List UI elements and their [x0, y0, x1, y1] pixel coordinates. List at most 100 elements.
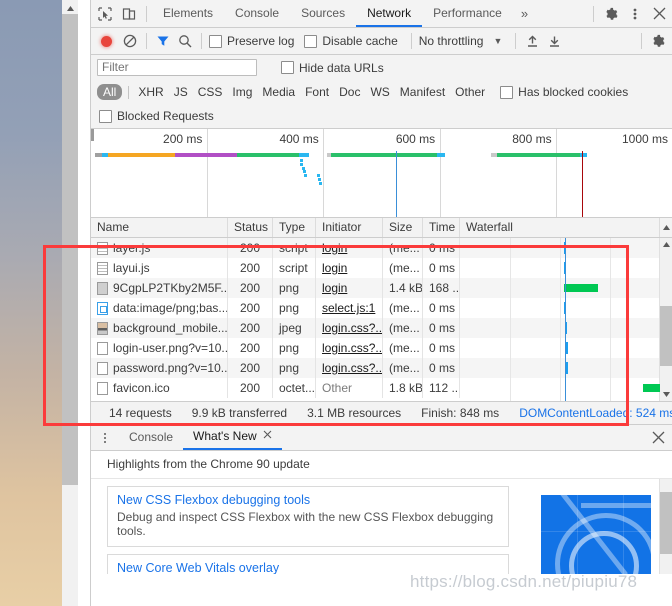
drawer-tab-console[interactable]: Console [119, 425, 183, 450]
type-filter-all[interactable]: All [97, 84, 123, 100]
type-filter-font[interactable]: Font [300, 85, 334, 99]
tab-performance[interactable]: Performance [422, 0, 513, 27]
table-row[interactable]: background_mobile... 200 jpeg login.css?...… [91, 318, 672, 338]
type-filter-xhr[interactable]: XHR [133, 85, 168, 99]
preserve-log-box[interactable] [209, 34, 222, 48]
whats-new-card[interactable]: New Core Web Vitals overlay Visualize pa… [107, 554, 509, 574]
kebab-menu-icon[interactable] [623, 2, 647, 26]
close-icon[interactable] [647, 2, 671, 26]
table-row[interactable]: login-user.png?v=10... 200 png login.css?..… [91, 338, 672, 358]
type-filter-js[interactable]: JS [169, 85, 193, 99]
throttling-select[interactable]: No throttling [419, 34, 484, 48]
tab-network[interactable]: Network [356, 0, 423, 27]
hide-data-urls-checkbox[interactable]: Hide data URLs [281, 61, 384, 75]
column-header-waterfall[interactable]: Waterfall [460, 218, 660, 237]
requests-table-body[interactable]: layer.js 200 script login (me... 0 ms layui.js… [91, 238, 672, 401]
device-toolbar-icon[interactable] [117, 2, 141, 26]
initiator-link[interactable]: select.js:1 [322, 301, 375, 315]
cell-name[interactable]: data:image/png;bas... [91, 298, 228, 318]
cell-name[interactable]: login-user.png?v=10... [91, 338, 228, 358]
cell-initiator[interactable]: login.css?... [316, 318, 383, 338]
import-har-icon[interactable] [521, 30, 543, 52]
whats-new-card-title[interactable]: New CSS Flexbox debugging tools [117, 493, 499, 507]
blocked-requests-box[interactable] [99, 109, 112, 123]
column-header-initiator[interactable]: Initiator [316, 218, 383, 237]
type-filter-doc[interactable]: Doc [334, 85, 365, 99]
cell-initiator[interactable]: login.css?... [316, 338, 383, 358]
funnel-icon[interactable] [152, 30, 174, 52]
record-button[interactable] [101, 35, 112, 47]
type-filter-media[interactable]: Media [257, 85, 300, 99]
tab-sources[interactable]: Sources [290, 0, 356, 27]
type-filter-ws[interactable]: WS [365, 85, 394, 99]
initiator-link[interactable]: login [322, 281, 347, 295]
table-row[interactable]: password.png?v=10... 200 png login.css?...(… [91, 358, 672, 378]
cell-initiator[interactable]: select.js:1 [316, 298, 383, 318]
drawer-tab-close-icon[interactable] [263, 424, 272, 449]
hide-data-urls-box[interactable] [281, 61, 294, 74]
disable-cache-checkbox[interactable]: Disable cache [304, 34, 398, 48]
network-settings-gear-icon[interactable] [647, 30, 669, 52]
more-tabs-button[interactable]: » [513, 6, 536, 21]
drawer-scrollbar[interactable] [659, 479, 672, 574]
requests-scroll-down-arrow[interactable] [660, 388, 672, 401]
cell-name[interactable]: 9CgpLP2TKby2M5F.... [91, 278, 228, 298]
cell-name[interactable]: password.png?v=10... [91, 358, 228, 378]
tab-console[interactable]: Console [224, 0, 290, 27]
type-filter-other[interactable]: Other [450, 85, 490, 99]
whats-new-card[interactable]: New CSS Flexbox debugging tools Debug an… [107, 486, 509, 547]
tab-elements[interactable]: Elements [152, 0, 224, 27]
table-row[interactable]: favicon.ico 200 octet... Other 1.8 kB 112 ... [91, 378, 672, 398]
gear-icon[interactable] [599, 2, 623, 26]
requests-scroll-up-arrow[interactable] [660, 225, 672, 230]
table-row[interactable]: layer.js 200 script login (me... 0 ms [91, 238, 672, 258]
overview-left-handle[interactable] [91, 129, 94, 141]
column-header-type[interactable]: Type [273, 218, 316, 237]
column-header-status[interactable]: Status [228, 218, 273, 237]
whats-new-card-title[interactable]: New Core Web Vitals overlay [117, 561, 499, 574]
requests-scrollbar[interactable] [659, 238, 672, 401]
initiator-link[interactable]: login [322, 241, 347, 255]
column-header-name[interactable]: Name [91, 218, 228, 237]
has-blocked-cookies-box[interactable] [500, 85, 514, 99]
drawer-close-icon[interactable] [647, 427, 669, 449]
type-filter-css[interactable]: CSS [193, 85, 228, 99]
toolbar-divider-4 [515, 33, 517, 49]
chevron-down-icon[interactable]: ▼ [493, 36, 502, 46]
cell-initiator[interactable]: login [316, 238, 383, 258]
filter-input[interactable] [97, 59, 257, 76]
search-icon[interactable] [174, 30, 196, 52]
table-row[interactable]: 9CgpLP2TKby2M5F.... 200 png login 1.4 kB 168 … [91, 278, 672, 298]
network-overview-timeline[interactable]: 200 ms 400 ms 600 ms 800 ms 1000 ms [91, 129, 672, 218]
initiator-link[interactable]: login.css?... [322, 361, 382, 375]
export-har-icon[interactable] [543, 30, 565, 52]
initiator-link[interactable]: login [322, 261, 347, 275]
cell-initiator[interactable]: login [316, 278, 383, 298]
table-row[interactable]: data:image/png;bas... 200 png select.js:1 (m… [91, 298, 672, 318]
type-filter-manifest[interactable]: Manifest [395, 85, 450, 99]
has-blocked-cookies-checkbox[interactable]: Has blocked cookies [500, 85, 628, 99]
cell-name[interactable]: background_mobile... [91, 318, 228, 338]
initiator-link[interactable]: login.css?... [322, 341, 382, 355]
cell-name[interactable]: favicon.ico [91, 378, 228, 398]
column-header-size[interactable]: Size [383, 218, 423, 237]
inspect-cursor-icon[interactable] [93, 2, 117, 26]
initiator-link[interactable]: login.css?... [322, 321, 382, 335]
table-row[interactable]: layui.js 200 script login (me... 0 ms [91, 258, 672, 278]
requests-scroll-thumb[interactable] [660, 306, 672, 366]
blocked-requests-checkbox[interactable]: Blocked Requests [99, 109, 214, 123]
column-header-time[interactable]: Time [423, 218, 460, 237]
preserve-log-checkbox[interactable]: Preserve log [209, 34, 294, 48]
cell-name[interactable]: layer.js [91, 238, 228, 258]
drawer-kebab-menu-icon[interactable] [97, 432, 113, 443]
cell-initiator[interactable]: login.css?... [316, 358, 383, 378]
requests-scroll-up-arrow[interactable] [660, 238, 672, 251]
drawer-tab-whats-new[interactable]: What's New [183, 425, 282, 450]
clear-icon[interactable] [119, 30, 141, 52]
cell-name[interactable]: layui.js [91, 258, 228, 278]
page-scrollbar-thumb[interactable] [62, 14, 78, 485]
type-filter-img[interactable]: Img [227, 85, 257, 99]
cell-initiator[interactable]: login [316, 258, 383, 278]
disable-cache-box[interactable] [304, 34, 318, 48]
drawer-scroll-thumb[interactable] [660, 492, 672, 554]
